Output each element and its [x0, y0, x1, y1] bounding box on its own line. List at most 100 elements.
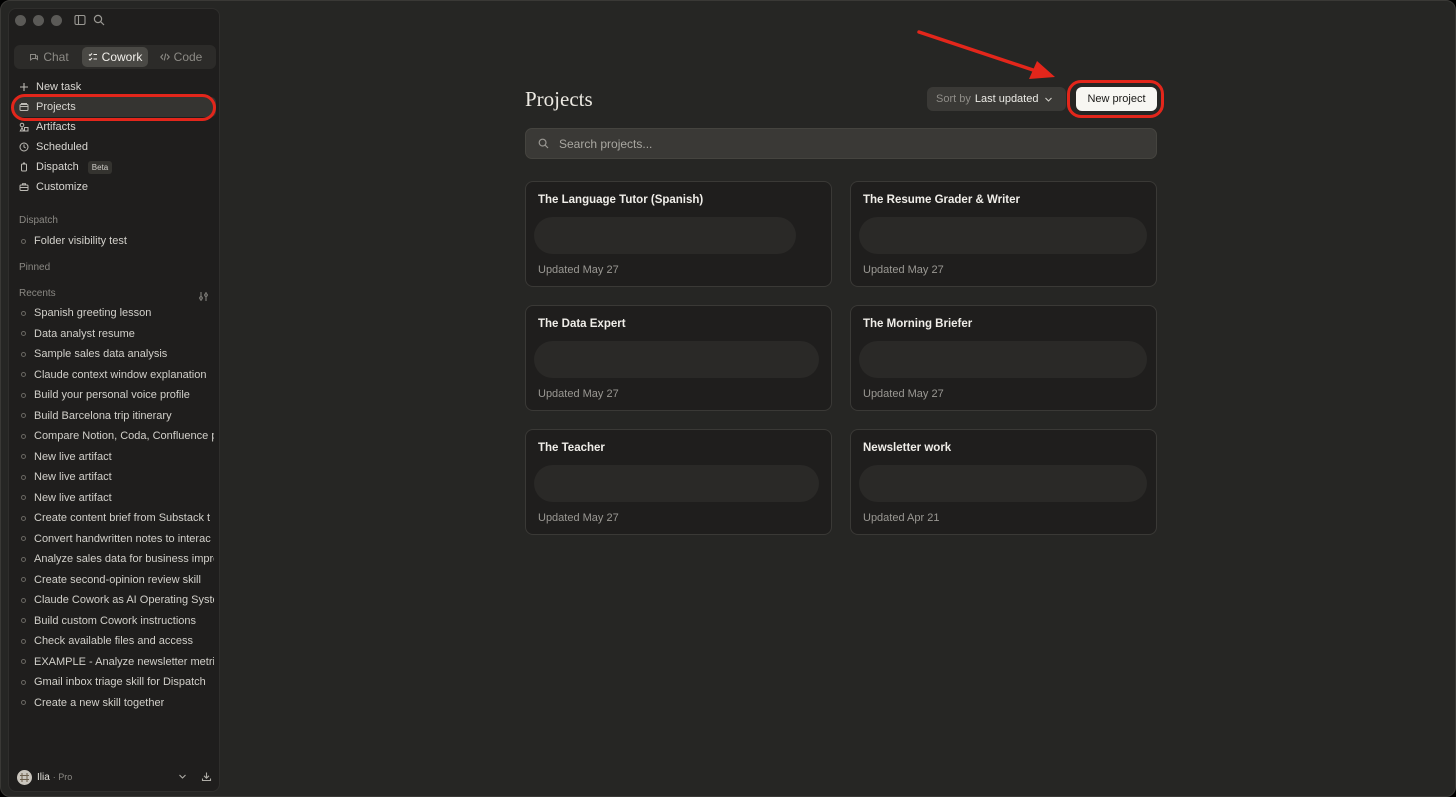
nav-label: Scheduled	[36, 141, 88, 153]
tab-chat-label: Chat	[43, 50, 69, 64]
recent-item-label: Convert handwritten notes to interac	[34, 532, 211, 545]
recent-item-label: Create a new skill together	[34, 696, 165, 709]
search-bar	[525, 128, 1157, 159]
recent-item-label: EXAMPLE - Analyze newsletter metri	[34, 655, 214, 668]
recent-item[interactable]: Check available files and access	[18, 631, 214, 652]
avatar[interactable]	[17, 769, 32, 785]
download-icon[interactable]	[201, 771, 212, 782]
project-card[interactable]: The Morning Briefer Updated May 27	[850, 305, 1157, 411]
beta-badge: Beta	[87, 160, 113, 174]
filter-icon[interactable]	[198, 289, 209, 301]
recent-item[interactable]: New live artifact	[18, 467, 214, 488]
project-updated: Updated May 27	[538, 388, 619, 400]
bullet-icon	[21, 238, 26, 244]
plus-icon	[20, 83, 28, 91]
window-controls	[15, 15, 62, 26]
section-pinned-label: Pinned	[19, 262, 51, 273]
user-bar[interactable]: Ilia · Pro	[17, 769, 215, 785]
bullet-icon	[21, 577, 26, 583]
recent-item[interactable]: Build Barcelona trip itinerary	[18, 406, 214, 427]
maximize-window-button[interactable]	[51, 15, 62, 26]
new-project-button[interactable]: New project	[1076, 87, 1157, 111]
nav-label: Projects	[36, 101, 76, 113]
project-updated: Updated Apr 21	[863, 512, 940, 524]
bullet-icon	[21, 536, 26, 542]
recent-item[interactable]: Gmail inbox triage skill for Dispatch	[18, 672, 214, 693]
project-card[interactable]: The Resume Grader & Writer Updated May 2…	[850, 181, 1157, 287]
minimize-window-button[interactable]	[33, 15, 44, 26]
nav-projects[interactable]: Projects	[14, 97, 216, 117]
sidebar-toggle-icon[interactable]	[74, 14, 86, 26]
recent-item[interactable]: Sample sales data analysis	[18, 344, 214, 365]
cowork-icon	[88, 53, 97, 61]
bullet-icon	[21, 597, 26, 603]
recent-item[interactable]: New live artifact	[18, 447, 214, 468]
recent-item[interactable]: New live artifact	[18, 488, 214, 509]
bullet-icon	[21, 679, 26, 685]
project-card[interactable]: Newsletter work Updated Apr 21	[850, 429, 1157, 535]
recent-item-label: Check available files and access	[34, 635, 193, 648]
nav-label: Artifacts	[36, 121, 76, 133]
tab-chat[interactable]: Chat	[16, 47, 82, 67]
bullet-icon	[21, 433, 26, 439]
tab-code[interactable]: Code	[148, 47, 214, 67]
recent-item-label: Create content brief from Substack t	[34, 512, 211, 525]
bullet-icon	[21, 372, 26, 378]
search-input[interactable]	[559, 136, 1119, 151]
tab-cowork-label: Cowork	[101, 50, 143, 64]
recent-item[interactable]: Spanish greeting lesson	[18, 303, 214, 324]
bullet-icon	[21, 659, 26, 665]
recent-item-label: Create second-opinion review skill	[34, 573, 201, 586]
nav-dispatch[interactable]: Dispatch Beta	[14, 157, 216, 177]
project-preview-placeholder	[534, 465, 819, 502]
sort-dropdown[interactable]: Sort by Last updated	[927, 87, 1066, 111]
chat-icon	[30, 54, 39, 61]
page-title: Projects	[525, 87, 593, 111]
recent-item[interactable]: Claude context window explanation	[18, 365, 214, 386]
tab-cowork[interactable]: Cowork	[82, 47, 148, 67]
project-title: The Resume Grader & Writer	[863, 194, 1021, 206]
nav-customize[interactable]: Customize	[14, 177, 216, 197]
section-recents-label: Recents	[19, 288, 56, 299]
project-preview-placeholder	[859, 217, 1147, 254]
briefcase-icon	[19, 183, 29, 191]
recent-item-label: Claude context window explanation	[34, 368, 207, 381]
recent-item[interactable]: Create second-opinion review skill	[18, 570, 214, 591]
recent-item-label: Sample sales data analysis	[34, 348, 168, 361]
recent-item-label: Compare Notion, Coda, Confluence p	[34, 430, 214, 443]
project-card[interactable]: The Data Expert Updated May 27	[525, 305, 832, 411]
recent-item[interactable]: Claude Cowork as AI Operating Syste	[18, 590, 214, 611]
search-icon	[538, 138, 549, 149]
recent-item[interactable]: EXAMPLE - Analyze newsletter metri	[18, 652, 214, 673]
recent-item-label: Build your personal voice profile	[34, 389, 190, 402]
nav-scheduled[interactable]: Scheduled	[14, 137, 216, 157]
project-card[interactable]: The Language Tutor (Spanish) Updated May…	[525, 181, 832, 287]
recent-item[interactable]: Create content brief from Substack t	[18, 508, 214, 529]
app-window: Chat Cowork Code New task Projects Artif…	[0, 0, 1456, 797]
recent-item-label: New live artifact	[34, 491, 112, 504]
recent-item[interactable]: Convert handwritten notes to interac	[18, 529, 214, 550]
recent-item-label: Build custom Cowork instructions	[34, 614, 197, 627]
recent-item-label: Spanish greeting lesson	[34, 307, 152, 320]
project-preview-placeholder	[534, 341, 819, 378]
search-icon[interactable]	[93, 14, 105, 26]
recent-item[interactable]: Build custom Cowork instructions	[18, 611, 214, 632]
dispatch-item[interactable]: Folder visibility test	[18, 231, 214, 252]
nav-artifacts[interactable]: Artifacts	[14, 117, 216, 137]
recent-item-label: New live artifact	[34, 471, 112, 484]
recent-item[interactable]: Data analyst resume	[18, 324, 214, 345]
nav-new-task[interactable]: New task	[14, 77, 216, 97]
recent-item[interactable]: Analyze sales data for business impro	[18, 549, 214, 570]
bullet-icon	[21, 392, 26, 398]
bullet-icon	[21, 351, 26, 357]
dispatch-list: Folder visibility test	[18, 231, 214, 252]
chevron-down-icon[interactable]	[177, 771, 188, 782]
project-preview-placeholder	[859, 341, 1147, 378]
recent-item[interactable]: Build your personal voice profile	[18, 385, 214, 406]
bullet-icon	[21, 495, 26, 501]
recent-item[interactable]: Create a new skill together	[18, 693, 214, 714]
close-window-button[interactable]	[15, 15, 26, 26]
mode-switch: Chat Cowork Code	[14, 45, 216, 69]
recent-item[interactable]: Compare Notion, Coda, Confluence p	[18, 426, 214, 447]
project-card[interactable]: The Teacher Updated May 27	[525, 429, 832, 535]
